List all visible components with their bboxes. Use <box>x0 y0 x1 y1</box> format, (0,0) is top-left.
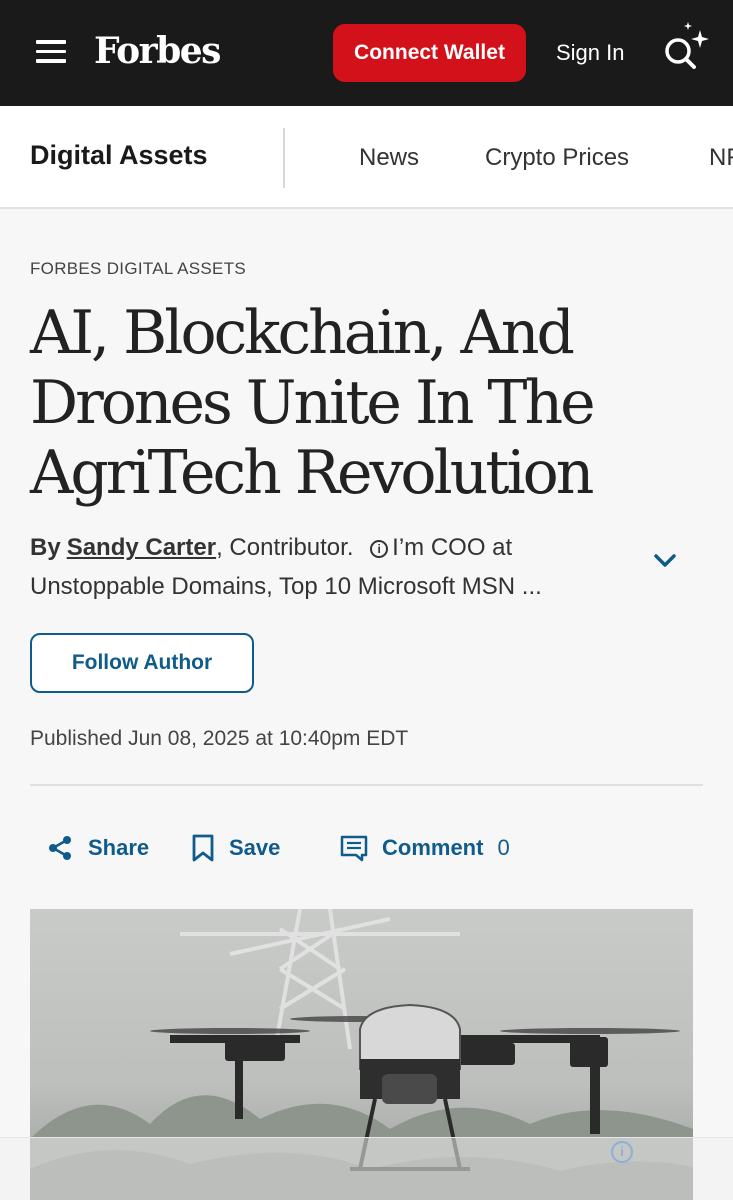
article-headline: AI, Blockchain, And Drones Unite In The … <box>30 298 596 508</box>
site-header: Forbes Connect Wallet Sign In <box>0 0 733 106</box>
info-icon: i <box>370 540 389 558</box>
byline-by-label: By <box>30 534 61 561</box>
share-icon <box>49 836 71 860</box>
nav-item-news[interactable]: News <box>359 144 419 172</box>
follow-author-button[interactable]: Follow Author <box>30 633 254 693</box>
divider <box>30 784 703 786</box>
comment-button[interactable]: Comment 0 <box>340 830 510 866</box>
nav-item-nfts[interactable]: NFTs <box>709 144 733 172</box>
published-date: Published Jun 08, 2025 at 10:40pm EDT <box>30 727 409 750</box>
comment-label: Comment <box>382 835 484 860</box>
byline-comma: , <box>216 534 230 561</box>
section-nav: Digital Assets News Crypto Prices NFTs <box>0 106 733 209</box>
ad-info-icon[interactable]: i <box>611 1141 633 1163</box>
nav-divider <box>283 128 285 188</box>
author-link[interactable]: Sandy Carter <box>67 534 216 561</box>
comment-icon <box>340 835 368 862</box>
bookmark-icon <box>192 834 214 862</box>
article-kicker[interactable]: FORBES DIGITAL ASSETS <box>30 259 246 279</box>
author-role: Contributor. <box>229 534 354 561</box>
share-button[interactable]: Share <box>46 830 149 866</box>
byline: By Sandy Carter, Contributor. i I’m COO at… <box>30 528 630 606</box>
section-title[interactable]: Digital Assets <box>30 140 208 171</box>
save-label: Save <box>229 835 281 860</box>
share-label: Share <box>88 835 150 860</box>
search-sparkle-icon[interactable] <box>660 20 712 76</box>
sign-in-link[interactable]: Sign In <box>556 40 625 66</box>
connect-wallet-button[interactable]: Connect Wallet <box>333 24 526 82</box>
forbes-logo[interactable]: Forbes <box>94 30 221 72</box>
nav-item-crypto-prices[interactable]: Crypto Prices <box>485 144 629 172</box>
chevron-down-icon[interactable] <box>650 548 680 572</box>
save-button[interactable]: Save <box>191 830 280 866</box>
comment-count: 0 <box>497 835 510 860</box>
hamburger-menu-icon[interactable] <box>36 40 66 66</box>
